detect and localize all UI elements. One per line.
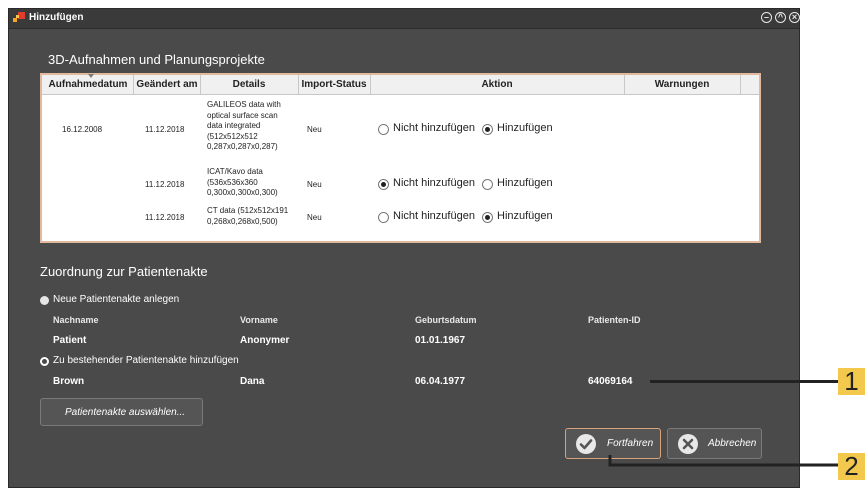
app-icon xyxy=(13,12,25,22)
new-patient-label: Neue Patientenakte anlegen xyxy=(53,294,180,305)
cell-status: Neu xyxy=(307,180,322,189)
section-title-patient: Zuordnung zur Patientenakte xyxy=(40,264,208,279)
col-header-aktion[interactable]: Aktion xyxy=(371,79,623,90)
cell-geaendert: 11.12.2018 xyxy=(145,213,185,222)
radio-existing-patient[interactable] xyxy=(40,357,49,366)
close-icon[interactable]: × xyxy=(789,12,800,23)
col-header-geaendert[interactable]: Geändert am xyxy=(134,79,200,90)
existing-patient-geburtsdatum: 06.04.1977 xyxy=(415,376,466,387)
cell-geaendert: 11.12.2018 xyxy=(145,180,185,189)
col-header-warnungen[interactable]: Warnungen xyxy=(625,79,739,90)
col-header-geburtsdatum: Geburtsdatum xyxy=(415,315,477,325)
radio-label: Hinzufügen xyxy=(497,122,553,134)
cell-details: ICAT/Kavo data (536x536x360 0,300x0,300x… xyxy=(207,167,278,197)
cancel-icon xyxy=(678,434,698,454)
col-header-details[interactable]: Details xyxy=(201,79,297,90)
col-header-nachname: Nachname xyxy=(53,315,99,325)
col-header-patienten-id: Patienten-ID xyxy=(588,315,641,325)
radio-hinzufuegen[interactable] xyxy=(482,212,493,223)
select-patient-record-button[interactable]: Patientenakte auswählen... xyxy=(40,398,203,426)
select-patient-record-label: Patientenakte auswählen... xyxy=(65,407,186,418)
existing-patient-nachname: Brown xyxy=(53,376,85,387)
cancel-label: Abbrechen xyxy=(708,438,757,449)
radio-new-patient[interactable] xyxy=(40,296,49,305)
sort-indicator-icon xyxy=(88,74,94,78)
existing-patient-vorname: Dana xyxy=(240,376,265,387)
radio-nicht-hinzufuegen[interactable] xyxy=(378,179,389,190)
cell-details: CT data (512x512x191 0,268x0,268x0,500) xyxy=(207,206,289,226)
table-header: Aufnahmedatum Geändert am Details Import… xyxy=(42,74,759,95)
callout-badge-2: 2 xyxy=(838,453,865,480)
new-patient-vorname: Anonymer xyxy=(240,335,290,346)
new-patient-nachname: Patient xyxy=(53,335,87,346)
callout-badge-1: 1 xyxy=(838,368,865,395)
new-patient-geburtsdatum: 01.01.1967 xyxy=(415,335,466,346)
cell-aufnahmedatum: 16.12.2008 xyxy=(62,125,103,134)
cell-status: Neu xyxy=(307,213,322,222)
col-header-aufnahmedatum[interactable]: Aufnahmedatum xyxy=(44,79,132,90)
callout-line-1 xyxy=(650,380,838,383)
window-title: Hinzufügen xyxy=(29,12,84,23)
minimize-icon[interactable]: – xyxy=(761,12,772,23)
radio-hinzufuegen[interactable] xyxy=(482,179,493,190)
radio-label: Hinzufügen xyxy=(497,177,553,189)
callout-line-2 xyxy=(608,455,838,467)
existing-patient-id: 64069164 xyxy=(588,376,633,387)
col-header-vorname: Vorname xyxy=(240,315,278,325)
cell-status: Neu xyxy=(307,125,322,134)
radio-label: Nicht hinzufügen xyxy=(393,210,475,222)
cell-geaendert: 11.12.2018 xyxy=(145,125,185,134)
col-header-import-status[interactable]: Import-Status xyxy=(299,79,369,90)
continue-label: Fortfahren xyxy=(607,438,654,449)
radio-nicht-hinzufuegen[interactable] xyxy=(378,124,389,135)
radio-nicht-hinzufuegen[interactable] xyxy=(378,212,389,223)
radio-label: Nicht hinzufügen xyxy=(393,122,475,134)
maximize-icon[interactable]: ^ xyxy=(775,12,786,23)
radio-label: Nicht hinzufügen xyxy=(393,177,475,189)
checkmark-icon xyxy=(576,434,596,454)
radio-label: Hinzufügen xyxy=(497,210,553,222)
existing-patient-label: Zu bestehender Patientenakte hinzufügen xyxy=(53,355,239,366)
title-bar: Hinzufügen – ^ × xyxy=(9,9,800,29)
cell-details: GALILEOS data with optical surface scan … xyxy=(207,100,281,151)
radio-hinzufuegen[interactable] xyxy=(482,124,493,135)
section-title-scans: 3D-Aufnahmen und Planungsprojekte xyxy=(48,52,265,67)
scans-table: Aufnahmedatum Geändert am Details Import… xyxy=(40,73,761,243)
